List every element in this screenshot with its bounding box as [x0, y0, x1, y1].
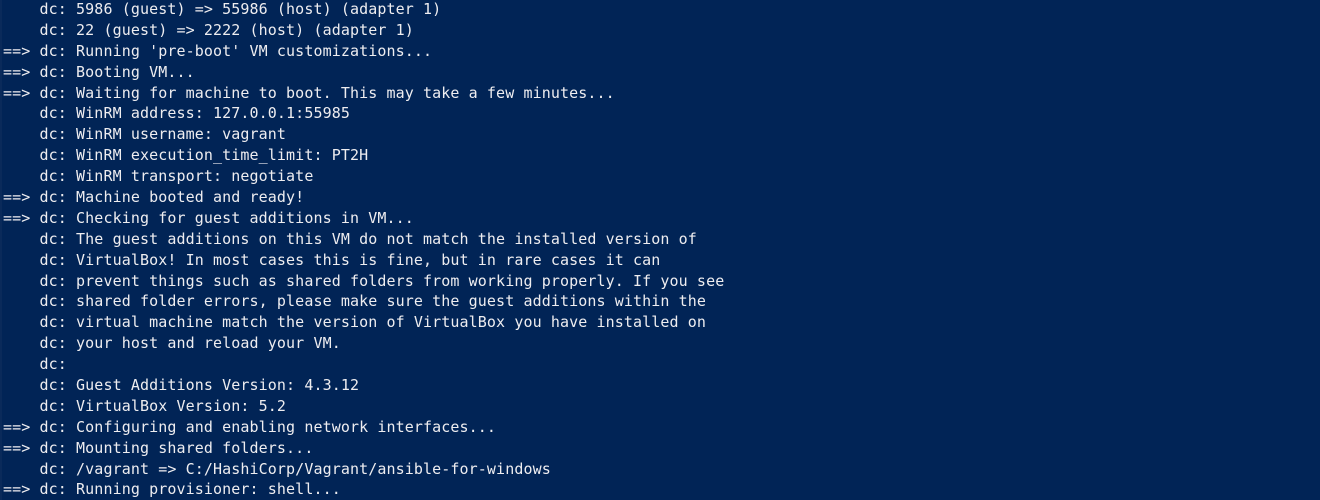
output-line: dc: VirtualBox Version: 5.2 — [3, 396, 287, 415]
output-line: ==> dc: Running provisioner: shell... — [3, 480, 341, 499]
terminal-output[interactable]: dc: 5986 (guest) => 55986 (host) (adapte… — [0, 0, 1320, 500]
window-left-edge — [0, 0, 2, 500]
output-line: ==> dc: Mounting shared folders... — [3, 438, 314, 457]
output-line: dc: WinRM execution_time_limit: PT2H — [3, 146, 369, 165]
output-line: dc: WinRM username: vagrant — [3, 125, 287, 144]
output-line: dc: virtual machine match the version of… — [3, 313, 707, 332]
output-line: dc: shared folder errors, please make su… — [3, 292, 707, 311]
output-line: ==> dc: Waiting for machine to boot. Thi… — [3, 83, 615, 102]
output-line: ==> dc: Checking for guest additions in … — [3, 208, 414, 227]
output-line: dc: your host and reload your VM. — [3, 334, 341, 353]
output-line: ==> dc: Booting VM... — [3, 62, 195, 81]
output-lines: dc: 5986 (guest) => 55986 (host) (adapte… — [3, 0, 724, 500]
output-line: dc: prevent things such as shared folder… — [3, 271, 725, 290]
output-line: ==> dc: Running 'pre-boot' VM customizat… — [3, 41, 433, 60]
output-line: ==> dc: Configuring and enabling network… — [3, 417, 497, 436]
output-line: dc: The guest additions on this VM do no… — [3, 229, 697, 248]
output-line: dc: 22 (guest) => 2222 (host) (adapter 1… — [3, 20, 414, 39]
output-line: dc: Guest Additions Version: 4.3.12 — [3, 376, 360, 395]
output-line: dc: VirtualBox! In most cases this is fi… — [3, 250, 661, 269]
output-line: ==> dc: Machine booted and ready! — [3, 188, 305, 207]
output-line: dc: WinRM transport: negotiate — [3, 167, 314, 186]
output-line: dc: — [3, 355, 67, 374]
output-line: dc: /vagrant => C:/HashiCorp/Vagrant/ans… — [3, 459, 551, 478]
output-line: dc: 5986 (guest) => 55986 (host) (adapte… — [3, 0, 442, 18]
output-line: dc: WinRM address: 127.0.0.1:55985 — [3, 104, 350, 123]
